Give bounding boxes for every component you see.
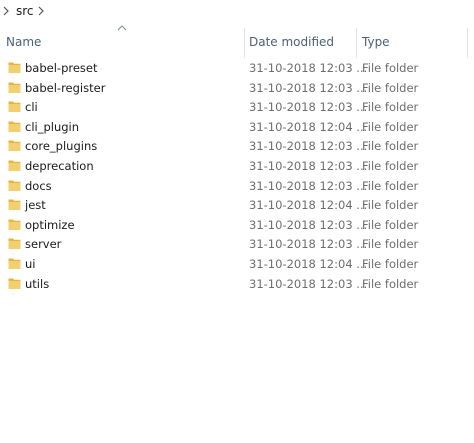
file-date-modified: 31-10-2018 12:04 ...: [249, 198, 368, 213]
file-name[interactable]: cli_plugin: [25, 120, 79, 134]
column-header-date-modified[interactable]: Date modified: [249, 35, 334, 49]
file-date-modified: 31-10-2018 12:03 ...: [249, 178, 368, 193]
file-type: File folder: [362, 178, 419, 193]
file-name[interactable]: deprecation: [25, 159, 94, 173]
file-date-modified: 31-10-2018 12:03 ...: [249, 100, 368, 115]
list-item[interactable]: cli_plugin 31-10-2018 12:04 ... File folde…: [0, 117, 474, 137]
file-type: File folder: [362, 80, 419, 95]
file-name[interactable]: jest: [25, 198, 46, 212]
folder-icon: [8, 278, 21, 289]
file-date-modified: 31-10-2018 12:03 ...: [249, 276, 368, 291]
list-item[interactable]: jest 31-10-2018 12:04 ... File folder: [0, 195, 474, 215]
file-type: File folder: [362, 198, 419, 213]
chevron-right-icon[interactable]: [2, 5, 10, 17]
chevron-right-icon[interactable]: [37, 5, 45, 17]
sort-ascending-icon: [117, 25, 127, 31]
file-name[interactable]: babel-register: [25, 81, 105, 95]
column-divider[interactable]: [244, 28, 245, 58]
column-divider[interactable]: [467, 28, 468, 58]
folder-icon: [8, 82, 21, 93]
breadcrumb: src: [0, 0, 474, 23]
list-item[interactable]: deprecation 31-10-2018 12:03 ... File fold…: [0, 156, 474, 176]
folder-icon: [8, 140, 21, 152]
column-header-type[interactable]: Type: [362, 35, 390, 49]
list-item[interactable]: core_plugins 31-10-2018 12:03 ... File fol…: [0, 136, 474, 156]
folder-icon: [8, 101, 21, 113]
folder-icon: [8, 258, 21, 269]
list-item[interactable]: docs 31-10-2018 12:03 ... File folder: [0, 176, 474, 196]
file-date-modified: 31-10-2018 12:03 ...: [249, 237, 368, 252]
file-name[interactable]: babel-preset: [25, 61, 98, 75]
list-item[interactable]: babel-preset 31-10-2018 12:03 ... File fol…: [0, 58, 474, 78]
folder-icon: [8, 219, 21, 230]
file-name[interactable]: utils: [25, 277, 49, 291]
breadcrumb-item-src[interactable]: src: [16, 4, 34, 18]
file-type: File folder: [362, 100, 419, 115]
file-name[interactable]: server: [25, 237, 61, 251]
list-item[interactable]: ui 31-10-2018 12:04 ... File folder: [0, 254, 474, 274]
file-type: File folder: [362, 257, 419, 271]
file-type: File folder: [362, 61, 419, 75]
folder-icon: [8, 238, 21, 250]
column-header-name[interactable]: Name: [6, 35, 41, 49]
list-item[interactable]: server 31-10-2018 12:03 ... File folder: [0, 234, 474, 254]
file-name[interactable]: cli: [25, 100, 38, 114]
file-date-modified: 31-10-2018 12:03 ...: [249, 139, 368, 154]
list-item[interactable]: cli 31-10-2018 12:03 ... File folder: [0, 97, 474, 117]
list-item[interactable]: utils 31-10-2018 12:03 ... File folder: [0, 274, 474, 294]
file-name[interactable]: ui: [25, 257, 35, 271]
file-date-modified: 31-10-2018 12:03 ...: [249, 61, 368, 75]
file-type: File folder: [362, 276, 419, 291]
file-type: File folder: [362, 217, 419, 232]
column-divider[interactable]: [356, 28, 357, 58]
file-type: File folder: [362, 237, 419, 252]
column-header-row: Name Date modified Type: [0, 22, 474, 58]
file-date-modified: 31-10-2018 12:04 ...: [249, 119, 368, 134]
file-name[interactable]: optimize: [25, 218, 75, 232]
folder-icon: [8, 180, 21, 191]
folder-icon: [8, 62, 21, 73]
file-date-modified: 31-10-2018 12:03 ...: [249, 159, 368, 173]
file-type: File folder: [362, 139, 419, 154]
folder-icon: [8, 160, 21, 171]
file-name[interactable]: docs: [25, 179, 52, 193]
file-date-modified: 31-10-2018 12:03 ...: [249, 80, 368, 95]
folder-icon: [8, 121, 21, 132]
list-item[interactable]: babel-register 31-10-2018 12:03 ... File f…: [0, 78, 474, 98]
file-date-modified: 31-10-2018 12:04 ...: [249, 257, 368, 271]
folder-icon: [8, 199, 21, 211]
list-item[interactable]: optimize 31-10-2018 12:03 ... File folder: [0, 215, 474, 235]
file-type: File folder: [362, 119, 419, 134]
file-type: File folder: [362, 159, 419, 173]
file-name[interactable]: core_plugins: [25, 139, 97, 153]
file-date-modified: 31-10-2018 12:03 ...: [249, 217, 368, 232]
